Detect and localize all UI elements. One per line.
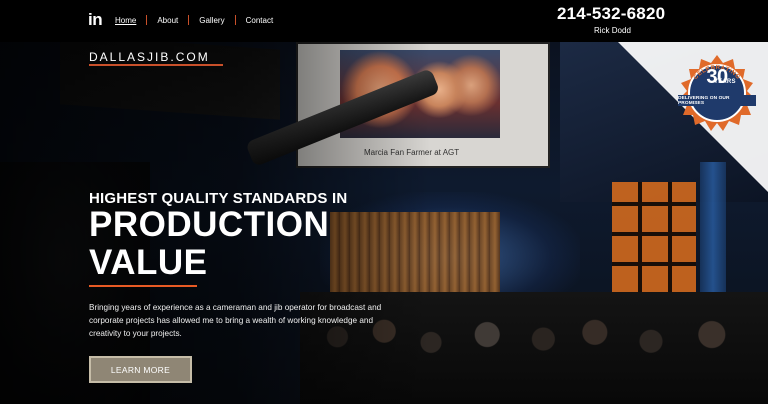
hero-description: Bringing years of experience as a camera…	[89, 303, 382, 338]
badge-years: 30	[706, 66, 728, 88]
headline-line-2: VALUE	[89, 243, 208, 282]
site-logo-underline	[89, 64, 223, 66]
owner-name: Rick Dodd	[594, 26, 631, 35]
learn-more-button[interactable]: LEARN MORE	[89, 356, 192, 383]
headline-line-1: PRODUCTION	[89, 205, 330, 244]
nav-gallery[interactable]: Gallery	[199, 16, 224, 25]
badge-ribbon: DELIVERING ON OUR PROMISES	[678, 95, 756, 106]
linkedin-logo-icon[interactable]: in	[88, 10, 103, 30]
nav-contact[interactable]: Contact	[246, 16, 274, 25]
nav-about[interactable]: About	[157, 16, 178, 25]
nav-divider	[234, 15, 236, 25]
badge-years-suffix: YEARS	[714, 79, 736, 85]
phone-number[interactable]: 214-532-6820	[557, 4, 665, 24]
nav-divider	[146, 15, 148, 25]
nav-divider	[188, 15, 190, 25]
main-nav: Home About Gallery Contact	[115, 15, 273, 25]
hero-headline: PRODUCTION VALUE	[89, 206, 329, 282]
site-logo[interactable]: DALLASJIB.COM	[89, 50, 210, 64]
top-navigation-bar: in Home About Gallery Contact 214-532-68…	[0, 0, 768, 42]
nav-home[interactable]: Home	[115, 16, 136, 25]
headline-accent-bar	[89, 285, 197, 287]
